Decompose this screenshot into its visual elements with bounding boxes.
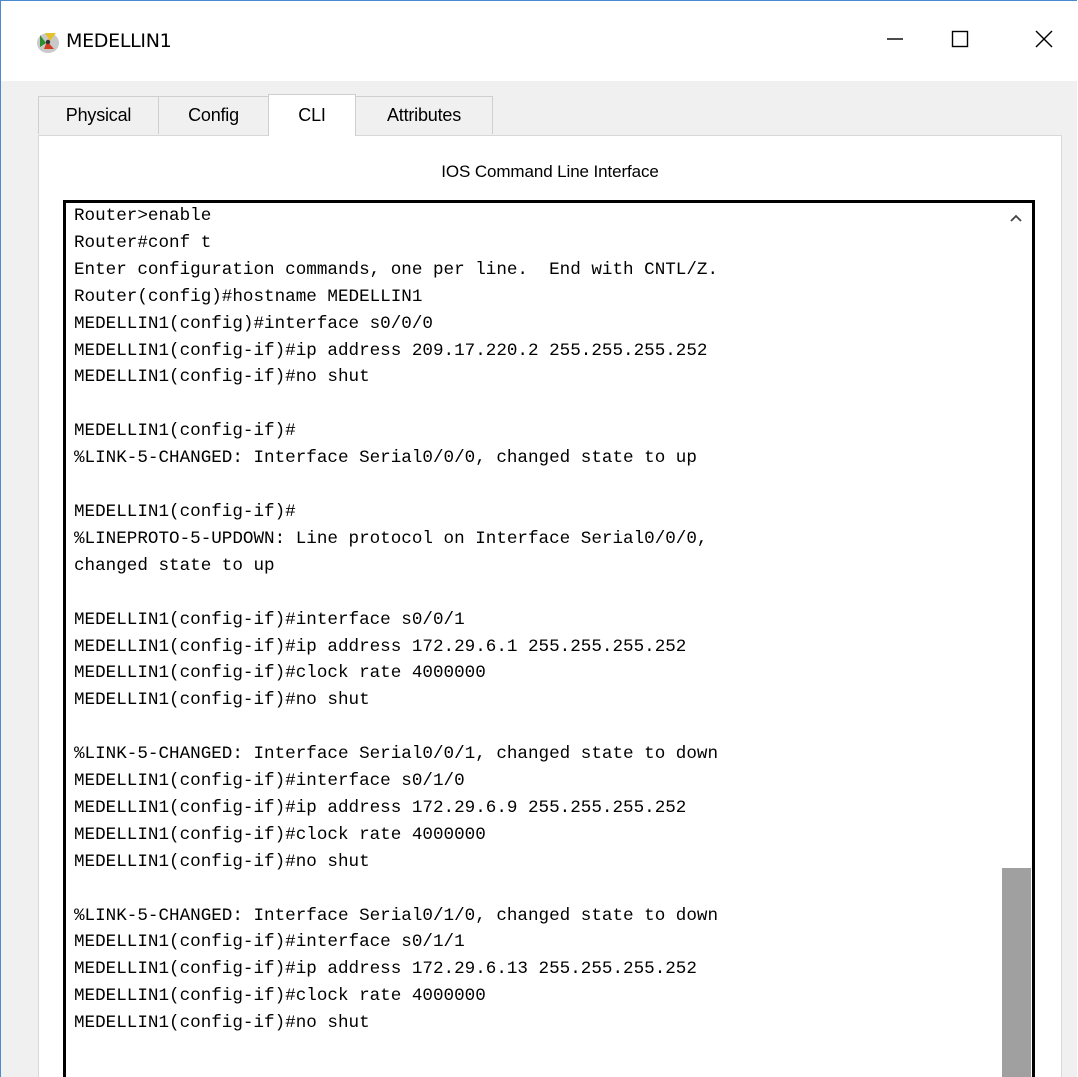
terminal-line: MEDELLIN1(config-if)#interface s0/1/1 <box>74 932 465 953</box>
tab-physical[interactable]: Physical <box>38 96 159 134</box>
terminal-line: Enter configuration commands, one per li… <box>74 259 719 280</box>
terminal-line: MEDELLIN1(config-if)#clock rate 4000000 <box>74 986 486 1007</box>
terminal-line: MEDELLIN1(config-if)#no shut <box>74 690 370 711</box>
terminal-line: MEDELLIN1(config-if)#no shut <box>74 1013 370 1034</box>
cli-window: MEDELLIN1 Physical Config CLI Attributes… <box>0 0 1077 1077</box>
scroll-up-button[interactable] <box>1000 203 1032 231</box>
terminal-line: %LINK-5-CHANGED: Interface Serial0/1/0, … <box>74 905 719 926</box>
title-bar[interactable]: MEDELLIN1 <box>1 1 1077 81</box>
terminal-line: MEDELLIN1(config-if)#ip address 172.29.6… <box>74 636 687 657</box>
terminal-line: %LINEPROTO-5-UPDOWN: Line protocol on In… <box>74 528 708 549</box>
terminal-line: MEDELLIN1(config-if)#interface s0/1/0 <box>74 771 465 792</box>
tab-cli[interactable]: CLI <box>268 94 356 136</box>
tab-config[interactable]: Config <box>158 96 269 134</box>
terminal-line: changed state to up <box>74 555 275 576</box>
terminal-line: MEDELLIN1(config-if)#interface s0/0/1 <box>74 609 465 630</box>
terminal-line: Router#conf t <box>74 232 212 253</box>
terminal-line: MEDELLIN1(config-if)#clock rate 4000000 <box>74 663 486 684</box>
panel-header: IOS Command Line Interface <box>441 162 659 181</box>
terminal-line: MEDELLIN1(config-if)#clock rate 4000000 <box>74 824 486 845</box>
client-area: Physical Config CLI Attributes IOS Comma… <box>1 81 1077 1077</box>
maximize-button[interactable] <box>935 19 985 63</box>
router-app-icon <box>36 29 60 55</box>
tab-label: CLI <box>298 105 326 125</box>
tab-label: Config <box>188 105 239 125</box>
terminal-line: MEDELLIN1(config-if)# <box>74 501 296 522</box>
terminal-line: %LINK-5-CHANGED: Interface Serial0/0/1, … <box>74 744 719 765</box>
terminal-line: %LINK-5-CHANGED: Interface Serial0/0/0, … <box>74 448 697 469</box>
window-title: MEDELLIN1 <box>66 30 172 52</box>
tab-attributes[interactable]: Attributes <box>355 96 493 134</box>
terminal-line: Router>enable <box>74 206 212 226</box>
close-icon <box>1034 29 1054 53</box>
scrollbar-thumb[interactable] <box>1002 868 1031 1077</box>
terminal-line: MEDELLIN1(config-if)#ip address 172.29.6… <box>74 797 687 818</box>
chevron-up-icon <box>1009 208 1023 227</box>
minimize-button[interactable] <box>870 19 920 63</box>
cli-panel: IOS Command Line Interface Router>enable… <box>38 135 1062 1077</box>
vertical-scrollbar[interactable] <box>1000 203 1032 1077</box>
tab-label: Physical <box>65 105 132 125</box>
tab-label: Attributes <box>386 105 462 125</box>
terminal-line: MEDELLIN1(config-if)#ip address 209.17.2… <box>74 340 708 361</box>
terminal-line: MEDELLIN1(config-if)# <box>74 421 296 442</box>
terminal-output[interactable]: Router>enable Router#conf t Enter config… <box>74 203 718 1037</box>
terminal-line: MEDELLIN1(config-if)#no shut <box>74 367 370 388</box>
terminal-line: MEDELLIN1(config)#interface s0/0/0 <box>74 313 433 334</box>
terminal-console[interactable]: Router>enable Router#conf t Enter config… <box>63 200 1035 1077</box>
terminal-line: Router(config)#hostname MEDELLIN1 <box>74 286 423 307</box>
maximize-icon <box>950 29 970 53</box>
close-button[interactable] <box>1019 19 1069 63</box>
minimize-icon <box>885 29 905 53</box>
terminal-line: MEDELLIN1(config-if)#ip address 172.29.6… <box>74 959 697 980</box>
terminal-line: MEDELLIN1(config-if)#no shut <box>74 851 370 872</box>
